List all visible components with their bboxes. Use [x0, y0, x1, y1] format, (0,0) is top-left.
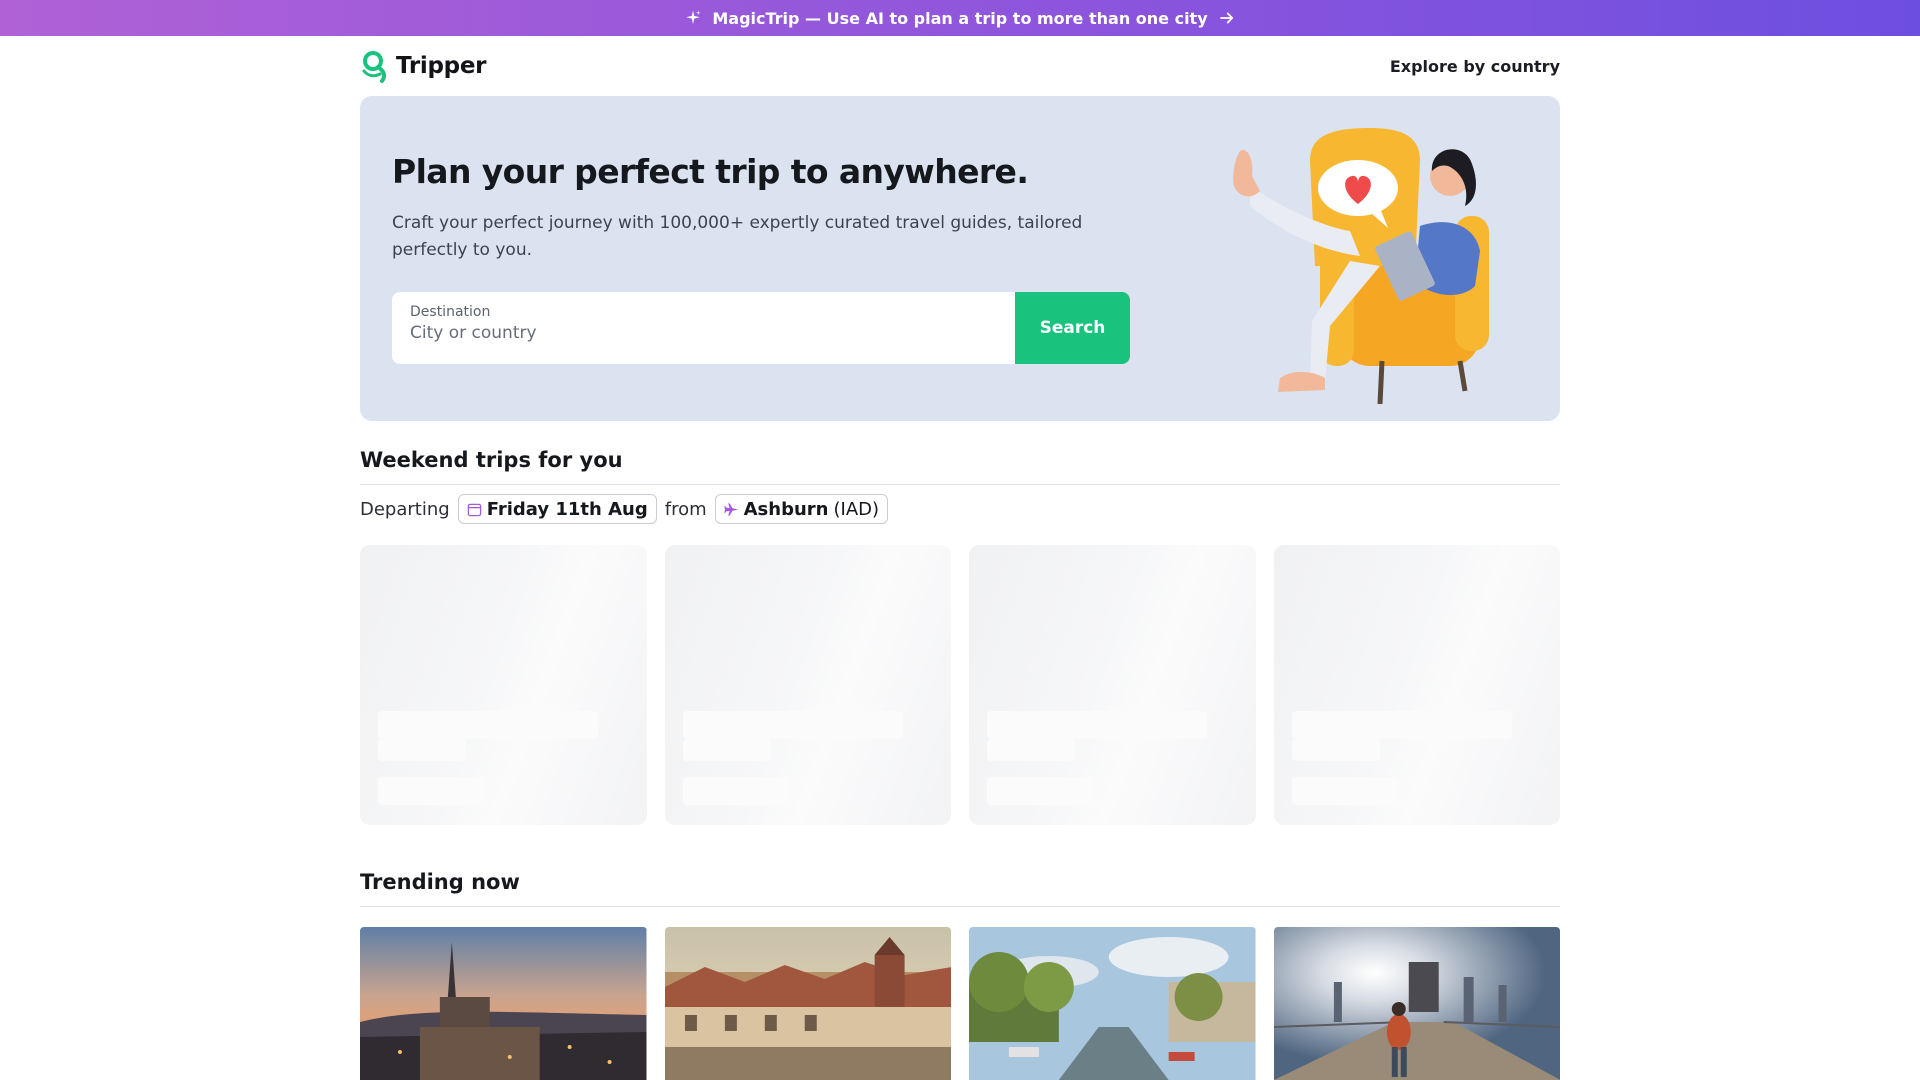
skeleton-line — [682, 777, 789, 805]
hero-title: Plan your perfect trip to anywhere. — [392, 152, 1029, 191]
trending-card-old-town[interactable] — [664, 927, 951, 1080]
skeleton-line — [1291, 777, 1398, 805]
trip-card-skeleton — [1273, 545, 1560, 825]
weekend-trips-heading: Weekend trips for you — [360, 448, 1560, 485]
calendar-icon — [467, 503, 481, 516]
magictrip-banner[interactable]: MagicTrip — Use AI to plan a trip to mor… — [0, 0, 1920, 36]
departure-date: Friday 11th Aug — [486, 498, 648, 520]
bridge-photo — [1273, 927, 1560, 1080]
explore-by-country-link[interactable]: Explore by country — [1390, 57, 1560, 76]
skeleton-line — [987, 777, 1093, 805]
skeleton-line — [987, 739, 1075, 761]
destination-label: Destination — [410, 304, 491, 320]
destination-field[interactable]: Destination — [392, 292, 1015, 364]
trending-card-canal[interactable] — [969, 927, 1256, 1080]
departing-row: Departing Friday 11th Aug from Ashburn (… — [360, 494, 889, 524]
skeleton-line — [1291, 739, 1380, 761]
skeleton-line — [378, 739, 466, 761]
skeleton-line — [682, 711, 903, 739]
canal-photo — [969, 927, 1256, 1080]
hero-subtitle: Craft your perfect journey with 100,000+… — [392, 213, 1083, 260]
destination-input[interactable] — [410, 323, 997, 343]
woman-in-armchair-illustration — [1233, 128, 1489, 405]
departing-label: Departing — [360, 498, 450, 520]
weekend-trips-list — [360, 545, 1560, 825]
trip-card-skeleton — [664, 545, 951, 825]
trending-card-bridge[interactable] — [1273, 927, 1560, 1080]
trending-card-cathedral-city[interactable] — [360, 927, 647, 1080]
destination-search: Destination Search — [392, 292, 1130, 364]
old-town-photo — [664, 927, 951, 1080]
trending-heading: Trending now — [360, 870, 1560, 907]
trip-card-skeleton — [360, 545, 647, 825]
sparkle-icon — [686, 10, 701, 24]
skeleton-line — [378, 711, 598, 739]
origin-city: Ashburn — [743, 498, 829, 520]
departure-date-chip[interactable]: Friday 11th Aug — [457, 494, 657, 524]
airplane-icon — [724, 502, 738, 516]
brand-name: Tripper — [396, 53, 487, 79]
from-label: from — [664, 498, 707, 520]
cathedral-city-photo — [360, 927, 647, 1080]
trip-card-skeleton — [969, 545, 1256, 825]
skeleton-line — [1291, 711, 1512, 739]
skeleton-line — [378, 777, 484, 805]
banner-text: MagicTrip — Use AI to plan a trip to mor… — [712, 8, 1208, 28]
skeleton-line — [682, 739, 771, 761]
arrow-right-icon — [1219, 12, 1233, 24]
origin-code: (IAD) — [833, 498, 880, 520]
skeleton-line — [987, 711, 1207, 739]
hero-panel: Plan your perfect trip to anywhere. Craf… — [360, 96, 1560, 421]
origin-airport-chip[interactable]: Ashburn (IAD) — [714, 494, 889, 524]
search-button[interactable]: Search — [1015, 292, 1130, 364]
tripper-logo-icon — [362, 51, 387, 83]
site-header: Tripper Explore by country — [360, 36, 1560, 96]
trending-list — [360, 927, 1560, 1080]
tripper-logo[interactable]: Tripper — [360, 49, 486, 83]
